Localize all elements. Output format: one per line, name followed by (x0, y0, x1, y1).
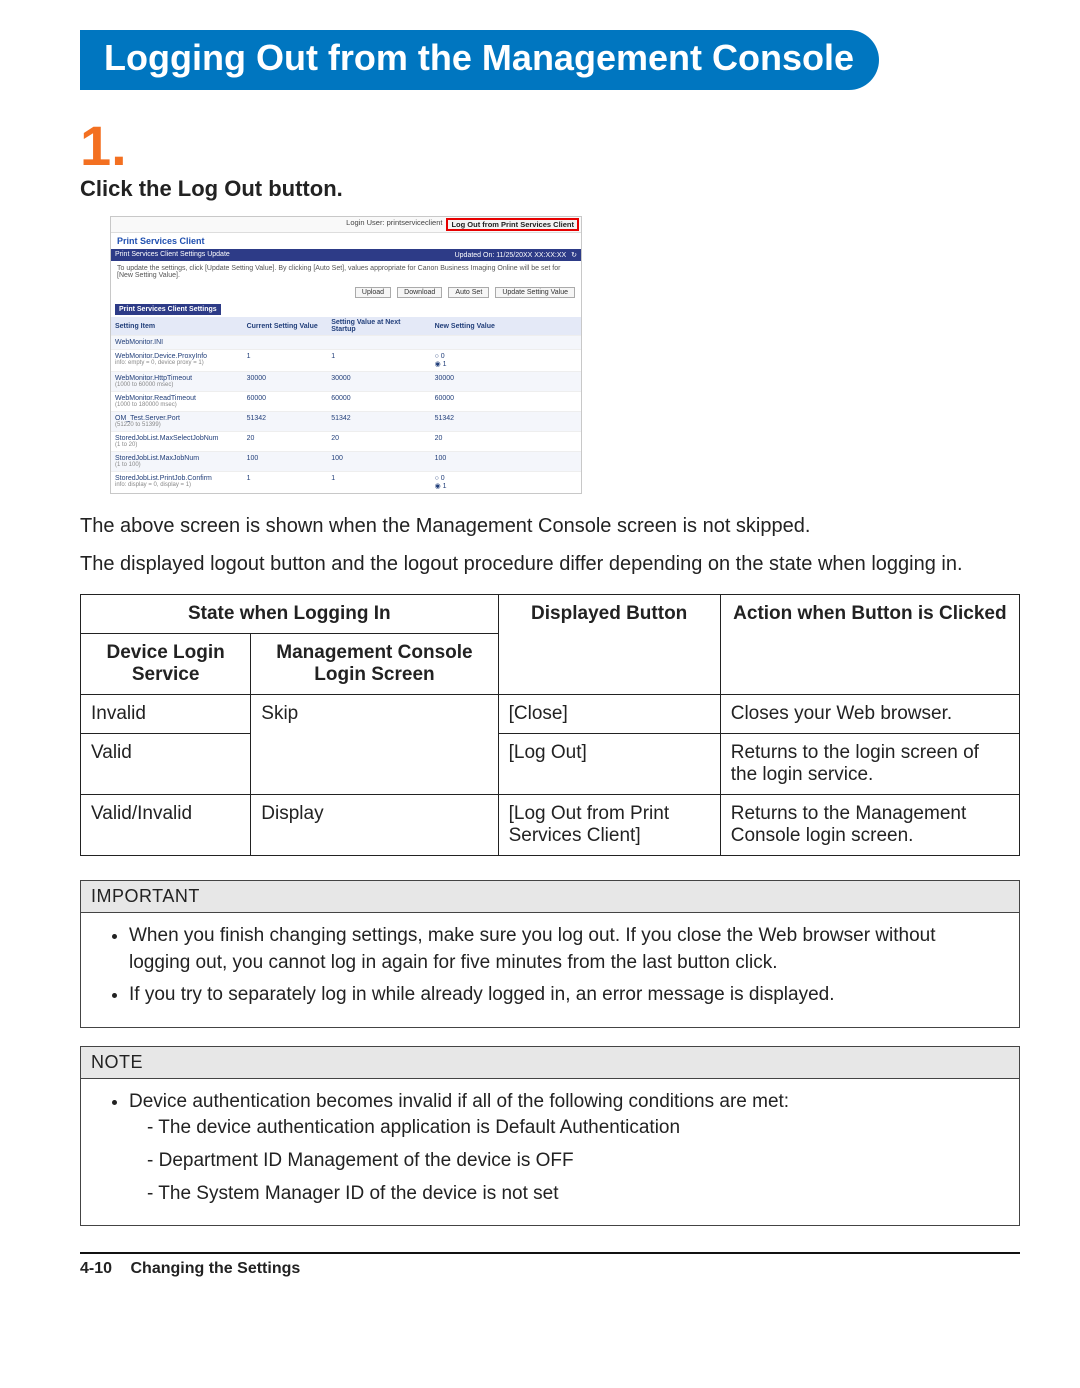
settings-description: To update the settings, click [Update Se… (111, 261, 581, 285)
step-instruction: Click the Log Out button. (80, 176, 1020, 202)
table-row: StoredJobList.MaxJobNum(1 to 100)1001001… (111, 452, 581, 472)
table-row: WebMonitor.Device.ProxyInfoinfo: empty =… (111, 350, 581, 372)
paragraph: The above screen is shown when the Manag… (80, 512, 1020, 540)
table-row: StoredJobList.PrintJob.Confirminfo: disp… (111, 472, 581, 494)
section-name: Changing the Settings (130, 1260, 300, 1277)
table-row: Valid [Log Out] Returns to the login scr… (81, 734, 1020, 795)
hdr-state: State when Logging In (81, 595, 499, 634)
table-row: WebMonitor.ReadTimeout(1000 to 180000 ms… (111, 392, 581, 412)
page-footer: 4-10 Changing the Settings (80, 1260, 1020, 1278)
radio-option[interactable]: 0 (435, 475, 445, 482)
note-subbullet: Department ID Management of the device i… (147, 1148, 999, 1175)
important-bullet: When you finish changing settings, make … (129, 923, 999, 976)
col-new: New Setting Value (431, 317, 581, 336)
important-bullet: If you try to separately log in while al… (129, 982, 999, 1009)
section-bar-left: Print Services Client Settings Update (115, 251, 230, 259)
autoset-button[interactable]: Auto Set (448, 287, 489, 298)
update-button[interactable]: Update Setting Value (495, 287, 575, 298)
col-current: Current Setting Value (243, 317, 328, 336)
radio-option[interactable]: 1 (435, 483, 447, 490)
page-title-banner: Logging Out from the Management Console (80, 30, 879, 90)
table-row: OM_Test.Server.Port(51220 to 51399)51342… (111, 412, 581, 432)
hdr-mgmt-console-login: Management Console Login Screen (251, 634, 498, 695)
table-row: Valid/Invalid Display [Log Out from Prin… (81, 795, 1020, 856)
note-callout: NOTE Device authentication becomes inval… (80, 1046, 1020, 1226)
step-block: 1. Click the Log Out button. (80, 118, 1020, 202)
logout-behavior-table: State when Logging In Displayed Button A… (80, 594, 1020, 856)
important-title: IMPORTANT (81, 881, 1019, 913)
embedded-screenshot: Login User: printserviceclient Log Out f… (110, 216, 1020, 494)
table-row: Invalid Skip [Close] Closes your Web bro… (81, 695, 1020, 734)
settings-table: Setting Item Current Setting Value Setti… (111, 317, 581, 493)
note-subbullet: The device authentication application is… (147, 1115, 999, 1142)
page-number: 4-10 (80, 1260, 112, 1277)
table-row: StoredJobList.MaxSelectJobNum(1 to 20)20… (111, 432, 581, 452)
hdr-displayed-button: Displayed Button (498, 595, 720, 695)
paragraph: The displayed logout button and the logo… (80, 550, 1020, 578)
hdr-action: Action when Button is Clicked (720, 595, 1019, 695)
updated-on-label: Updated On: 11/25/20XX XX:XX:XX (455, 252, 567, 259)
col-next: Setting Value at Next Startup (327, 317, 430, 336)
table-row: WebMonitor.HttpTimeout(1000 to 60000 mse… (111, 372, 581, 392)
login-user-label: Login User: printserviceclient (346, 218, 442, 231)
refresh-icon[interactable]: ↻ (571, 252, 577, 259)
hdr-device-login-service: Device Login Service (81, 634, 251, 695)
important-callout: IMPORTANT When you finish changing setti… (80, 880, 1020, 1028)
logout-button[interactable]: Log Out from Print Services Client (446, 218, 579, 231)
note-subbullet: The System Manager ID of the device is n… (147, 1181, 999, 1208)
note-title: NOTE (81, 1047, 1019, 1079)
note-bullet: Device authentication becomes invalid if… (129, 1089, 999, 1207)
step-number: 1. (80, 118, 1020, 174)
table-row: WebMonitor.INI (111, 336, 581, 350)
col-item: Setting Item (111, 317, 243, 336)
upload-button[interactable]: Upload (355, 287, 391, 298)
page-title: Logging Out from the Management Console (104, 37, 854, 78)
radio-option[interactable]: 0 (435, 353, 445, 360)
app-title: Print Services Client (111, 232, 581, 249)
download-button[interactable]: Download (397, 287, 442, 298)
radio-option[interactable]: 1 (435, 361, 447, 368)
subsection-title: Print Services Client Settings (115, 304, 221, 315)
